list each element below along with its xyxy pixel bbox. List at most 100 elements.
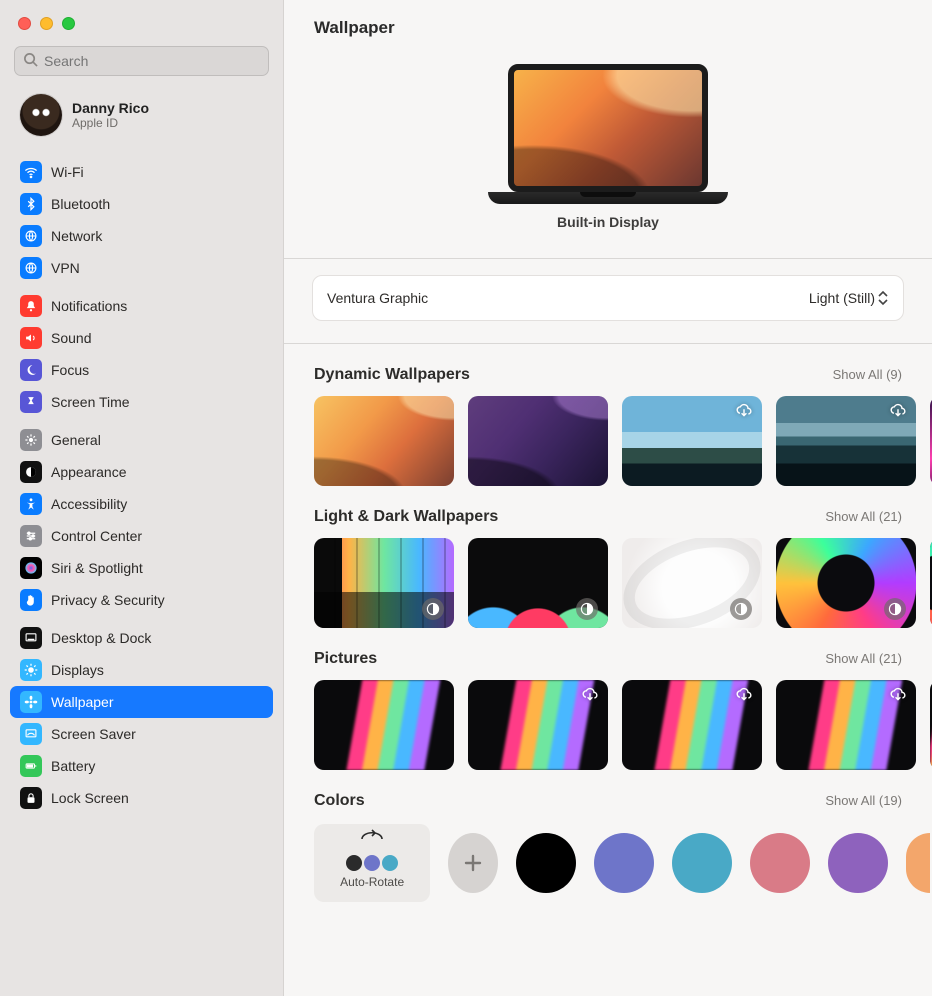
avatar xyxy=(20,94,62,136)
sidebar-item-siri-spotlight[interactable]: Siri & Spotlight xyxy=(10,552,273,584)
sidebar-item-label: Privacy & Security xyxy=(51,592,165,608)
sidebar-item-label: Lock Screen xyxy=(51,790,129,806)
light-dark-icon xyxy=(730,598,752,620)
sidebar-item-control-center[interactable]: Control Center xyxy=(10,520,273,552)
show-all-pictures[interactable]: Show All (21) xyxy=(825,651,902,666)
screensaver-icon xyxy=(20,723,42,745)
color-swatch[interactable] xyxy=(516,833,576,893)
add-color-button[interactable] xyxy=(448,833,498,893)
sidebar-item-general[interactable]: General xyxy=(10,424,273,456)
show-all-lightdark[interactable]: Show All (21) xyxy=(825,509,902,524)
bluetooth-icon xyxy=(20,193,42,215)
sidebar-item-focus[interactable]: Focus xyxy=(10,354,273,386)
color-swatch[interactable] xyxy=(594,833,654,893)
section-lightdark: Light & Dark Wallpapers Show All (21) xyxy=(314,486,932,628)
sidebar-item-label: Screen Time xyxy=(51,394,130,410)
search-input[interactable] xyxy=(44,53,260,69)
battery-icon xyxy=(20,755,42,777)
speaker-icon xyxy=(20,327,42,349)
color-swatch[interactable] xyxy=(906,833,930,893)
sidebar-item-sound[interactable]: Sound xyxy=(10,322,273,354)
sidebar-item-privacy-security[interactable]: Privacy & Security xyxy=(10,584,273,616)
sidebar-item-label: Accessibility xyxy=(51,496,127,512)
sidebar-item-accessibility[interactable]: Accessibility xyxy=(10,488,273,520)
sidebar-item-label: Screen Saver xyxy=(51,726,136,742)
accessibility-icon xyxy=(20,493,42,515)
sidebar-item-screen-saver[interactable]: Screen Saver xyxy=(10,718,273,750)
chevron-updown-icon xyxy=(877,290,889,306)
sidebar-item-label: Control Center xyxy=(51,528,142,544)
wallpaper-thumb[interactable] xyxy=(622,538,762,628)
sidebar-item-battery[interactable]: Battery xyxy=(10,750,273,782)
current-wallpaper-name: Ventura Graphic xyxy=(327,290,428,306)
page-title: Wallpaper xyxy=(314,18,902,38)
rotate-icon xyxy=(358,829,386,843)
wallpaper-thumb[interactable] xyxy=(776,396,916,486)
color-swatch[interactable] xyxy=(672,833,732,893)
sidebar-item-label: Wallpaper xyxy=(51,694,114,710)
show-all-colors[interactable]: Show All (19) xyxy=(825,793,902,808)
sidebar-item-wallpaper[interactable]: Wallpaper xyxy=(10,686,273,718)
globe-icon xyxy=(20,225,42,247)
sidebar-item-wi-fi[interactable]: Wi-Fi xyxy=(10,156,273,188)
sidebar-item-notifications[interactable]: Notifications xyxy=(10,290,273,322)
apple-id-account[interactable]: Danny Rico Apple ID xyxy=(0,86,283,150)
sidebar-item-appearance[interactable]: Appearance xyxy=(10,456,273,488)
light-dark-icon xyxy=(576,598,598,620)
section-title: Dynamic Wallpapers xyxy=(314,366,470,384)
gear-icon xyxy=(20,429,42,451)
flower-icon xyxy=(20,691,42,713)
plus-icon xyxy=(462,852,484,874)
sidebar-item-lock-screen[interactable]: Lock Screen xyxy=(10,782,273,814)
cloud-download-icon xyxy=(888,686,908,705)
sidebar-item-label: VPN xyxy=(51,260,80,276)
page-header: Wallpaper xyxy=(284,0,932,46)
sidebar-item-network[interactable]: Network xyxy=(10,220,273,252)
window-controls xyxy=(0,0,283,46)
wallpaper-mode-select[interactable]: Light (Still) xyxy=(809,290,889,306)
current-wallpaper-row: Ventura Graphic Light (Still) xyxy=(312,275,904,321)
sidebar-item-label: Network xyxy=(51,228,102,244)
auto-rotate-button[interactable]: Auto-Rotate xyxy=(314,824,430,902)
wallpaper-thumb[interactable] xyxy=(468,538,608,628)
sidebar-item-label: Siri & Spotlight xyxy=(51,560,143,576)
color-swatch[interactable] xyxy=(750,833,810,893)
minimize-window-button[interactable] xyxy=(40,17,53,30)
wallpaper-thumb[interactable] xyxy=(314,396,454,486)
zoom-window-button[interactable] xyxy=(62,17,75,30)
section-colors: Colors Show All (19) Auto-Rotate xyxy=(314,770,932,902)
sidebar-item-bluetooth[interactable]: Bluetooth xyxy=(10,188,273,220)
sidebar-item-label: Bluetooth xyxy=(51,196,110,212)
wallpaper-thumb[interactable] xyxy=(468,396,608,486)
light-dark-icon xyxy=(422,598,444,620)
sidebar-item-screen-time[interactable]: Screen Time xyxy=(10,386,273,418)
sidebar-item-label: Focus xyxy=(51,362,89,378)
color-swatch[interactable] xyxy=(828,833,888,893)
sidebar-item-vpn[interactable]: VPN xyxy=(10,252,273,284)
globe-icon xyxy=(20,257,42,279)
sidebar-item-label: Sound xyxy=(51,330,91,346)
close-window-button[interactable] xyxy=(18,17,31,30)
wallpaper-thumb[interactable] xyxy=(622,396,762,486)
wallpaper-thumb[interactable] xyxy=(776,538,916,628)
main-pane: Wallpaper Built-in Display Ventura Graph… xyxy=(284,0,932,996)
wifi-icon xyxy=(20,161,42,183)
auto-rotate-label: Auto-Rotate xyxy=(340,875,404,889)
show-all-dynamic[interactable]: Show All (9) xyxy=(833,367,902,382)
wallpaper-thumb[interactable] xyxy=(314,680,454,770)
wallpaper-thumb[interactable] xyxy=(314,538,454,628)
siri-icon xyxy=(20,557,42,579)
cloud-download-icon xyxy=(580,686,600,705)
section-pictures: Pictures Show All (21) xyxy=(314,628,932,770)
sidebar-item-label: General xyxy=(51,432,101,448)
sidebar-item-desktop-dock[interactable]: Desktop & Dock xyxy=(10,622,273,654)
search-field[interactable] xyxy=(14,46,269,76)
sidebar-item-displays[interactable]: Displays xyxy=(10,654,273,686)
wallpaper-thumb[interactable] xyxy=(468,680,608,770)
sliders-icon xyxy=(20,525,42,547)
light-dark-icon xyxy=(884,598,906,620)
display-preview: Built-in Display xyxy=(284,46,932,259)
wallpaper-thumb[interactable] xyxy=(622,680,762,770)
cloud-download-icon xyxy=(734,402,754,421)
wallpaper-thumb[interactable] xyxy=(776,680,916,770)
